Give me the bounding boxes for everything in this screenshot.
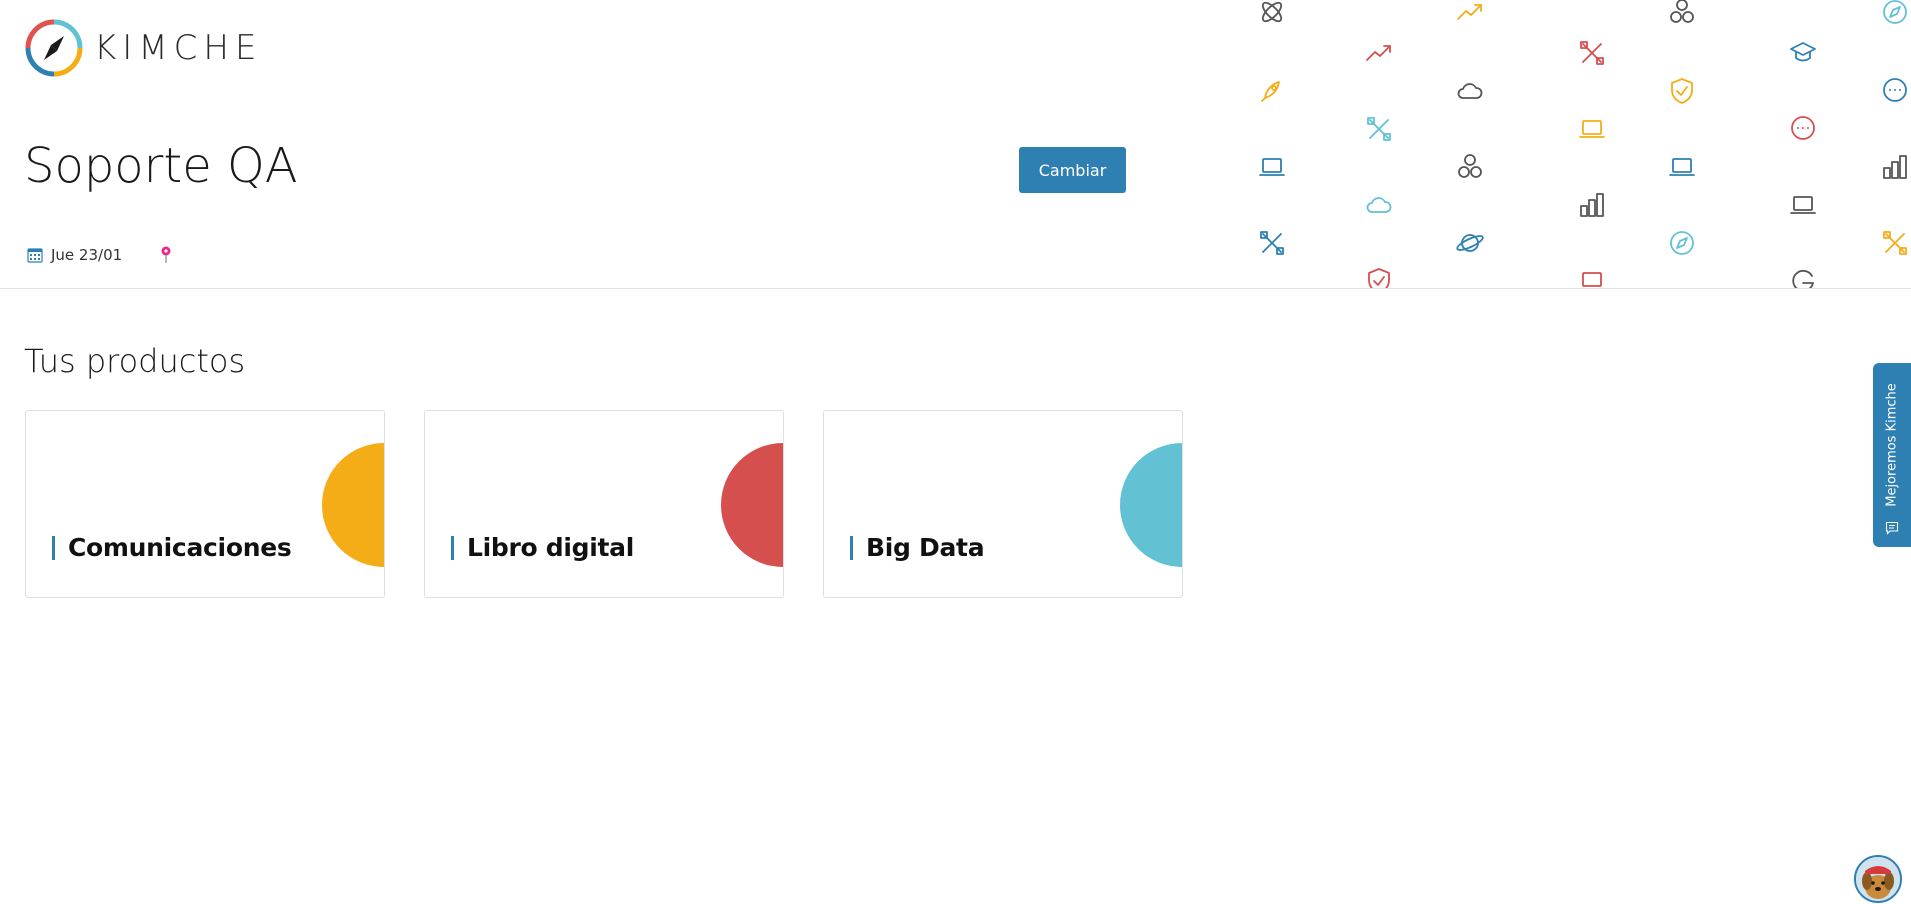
- bars-icon: [1880, 152, 1910, 182]
- session-meta: Jue 23/01: [27, 246, 172, 264]
- card-accent-bar: [52, 535, 55, 560]
- product-card-libro-digital[interactable]: Libro digital: [424, 410, 784, 598]
- feedback-tab[interactable]: Mejoremos Kimche: [1873, 363, 1911, 547]
- compass-logo-icon: [25, 19, 83, 77]
- laptop-icon: [1788, 190, 1818, 220]
- shield-icon: [1667, 76, 1697, 106]
- compass-icon: [1667, 228, 1697, 258]
- page-title: Soporte QA: [24, 138, 298, 194]
- card-accent-bar: [850, 535, 853, 560]
- cap-icon: [1788, 38, 1818, 68]
- products-title: Tus productos: [24, 342, 246, 380]
- header: KIMCHE Soporte QA Cambiar Jue 23/01: [0, 0, 1911, 289]
- map-pin-icon[interactable]: [160, 246, 172, 264]
- bars-icon: [1577, 190, 1607, 220]
- laptop-icon: [1577, 266, 1607, 288]
- product-card-big-data[interactable]: Big Data: [823, 410, 1183, 598]
- laptop-icon: [1667, 152, 1697, 182]
- product-color-circle: [322, 443, 384, 567]
- chat-icon: [1880, 76, 1910, 106]
- tools-icon: [1257, 228, 1287, 258]
- comment-icon: [1885, 521, 1899, 535]
- trend-icon: [1455, 0, 1485, 27]
- page: KIMCHE Soporte QA Cambiar Jue 23/01 Tus …: [0, 0, 1911, 904]
- change-button[interactable]: Cambiar: [1019, 147, 1126, 193]
- card-accent-bar: [451, 535, 454, 560]
- product-color-circle: [1120, 443, 1182, 567]
- product-name: Big Data: [866, 533, 985, 562]
- product-card-comunicaciones[interactable]: Comunicaciones: [25, 410, 385, 598]
- google-icon: [1788, 266, 1818, 288]
- rocket-icon: [1257, 76, 1287, 106]
- trend-icon: [1364, 38, 1394, 68]
- decorative-icon-pattern: [1240, 0, 1911, 288]
- tools-icon: [1577, 38, 1607, 68]
- circles-icon: [1667, 0, 1697, 27]
- cloud-icon: [1455, 76, 1485, 106]
- feedback-label: Mejoremos Kimche: [1884, 383, 1900, 507]
- brand-name: KIMCHE: [94, 28, 263, 68]
- shield-icon: [1364, 266, 1394, 288]
- calendar-icon: [27, 247, 43, 263]
- planet-icon: [1455, 228, 1485, 258]
- product-name: Comunicaciones: [68, 533, 292, 562]
- circles-icon: [1455, 152, 1485, 182]
- tools-icon: [1364, 114, 1394, 144]
- atom-icon: [1257, 0, 1287, 27]
- product-color-circle: [721, 443, 783, 567]
- date-label: Jue 23/01: [51, 246, 123, 264]
- tools-icon: [1880, 228, 1910, 258]
- product-name: Libro digital: [467, 533, 635, 562]
- compass-icon: [1880, 0, 1910, 27]
- chat-icon: [1788, 114, 1818, 144]
- cloud-icon: [1364, 190, 1394, 220]
- kimche-logo[interactable]: KIMCHE: [24, 18, 262, 78]
- laptop-icon: [1577, 114, 1607, 144]
- dog-avatar-icon[interactable]: [1854, 855, 1902, 903]
- laptop-icon: [1257, 152, 1287, 182]
